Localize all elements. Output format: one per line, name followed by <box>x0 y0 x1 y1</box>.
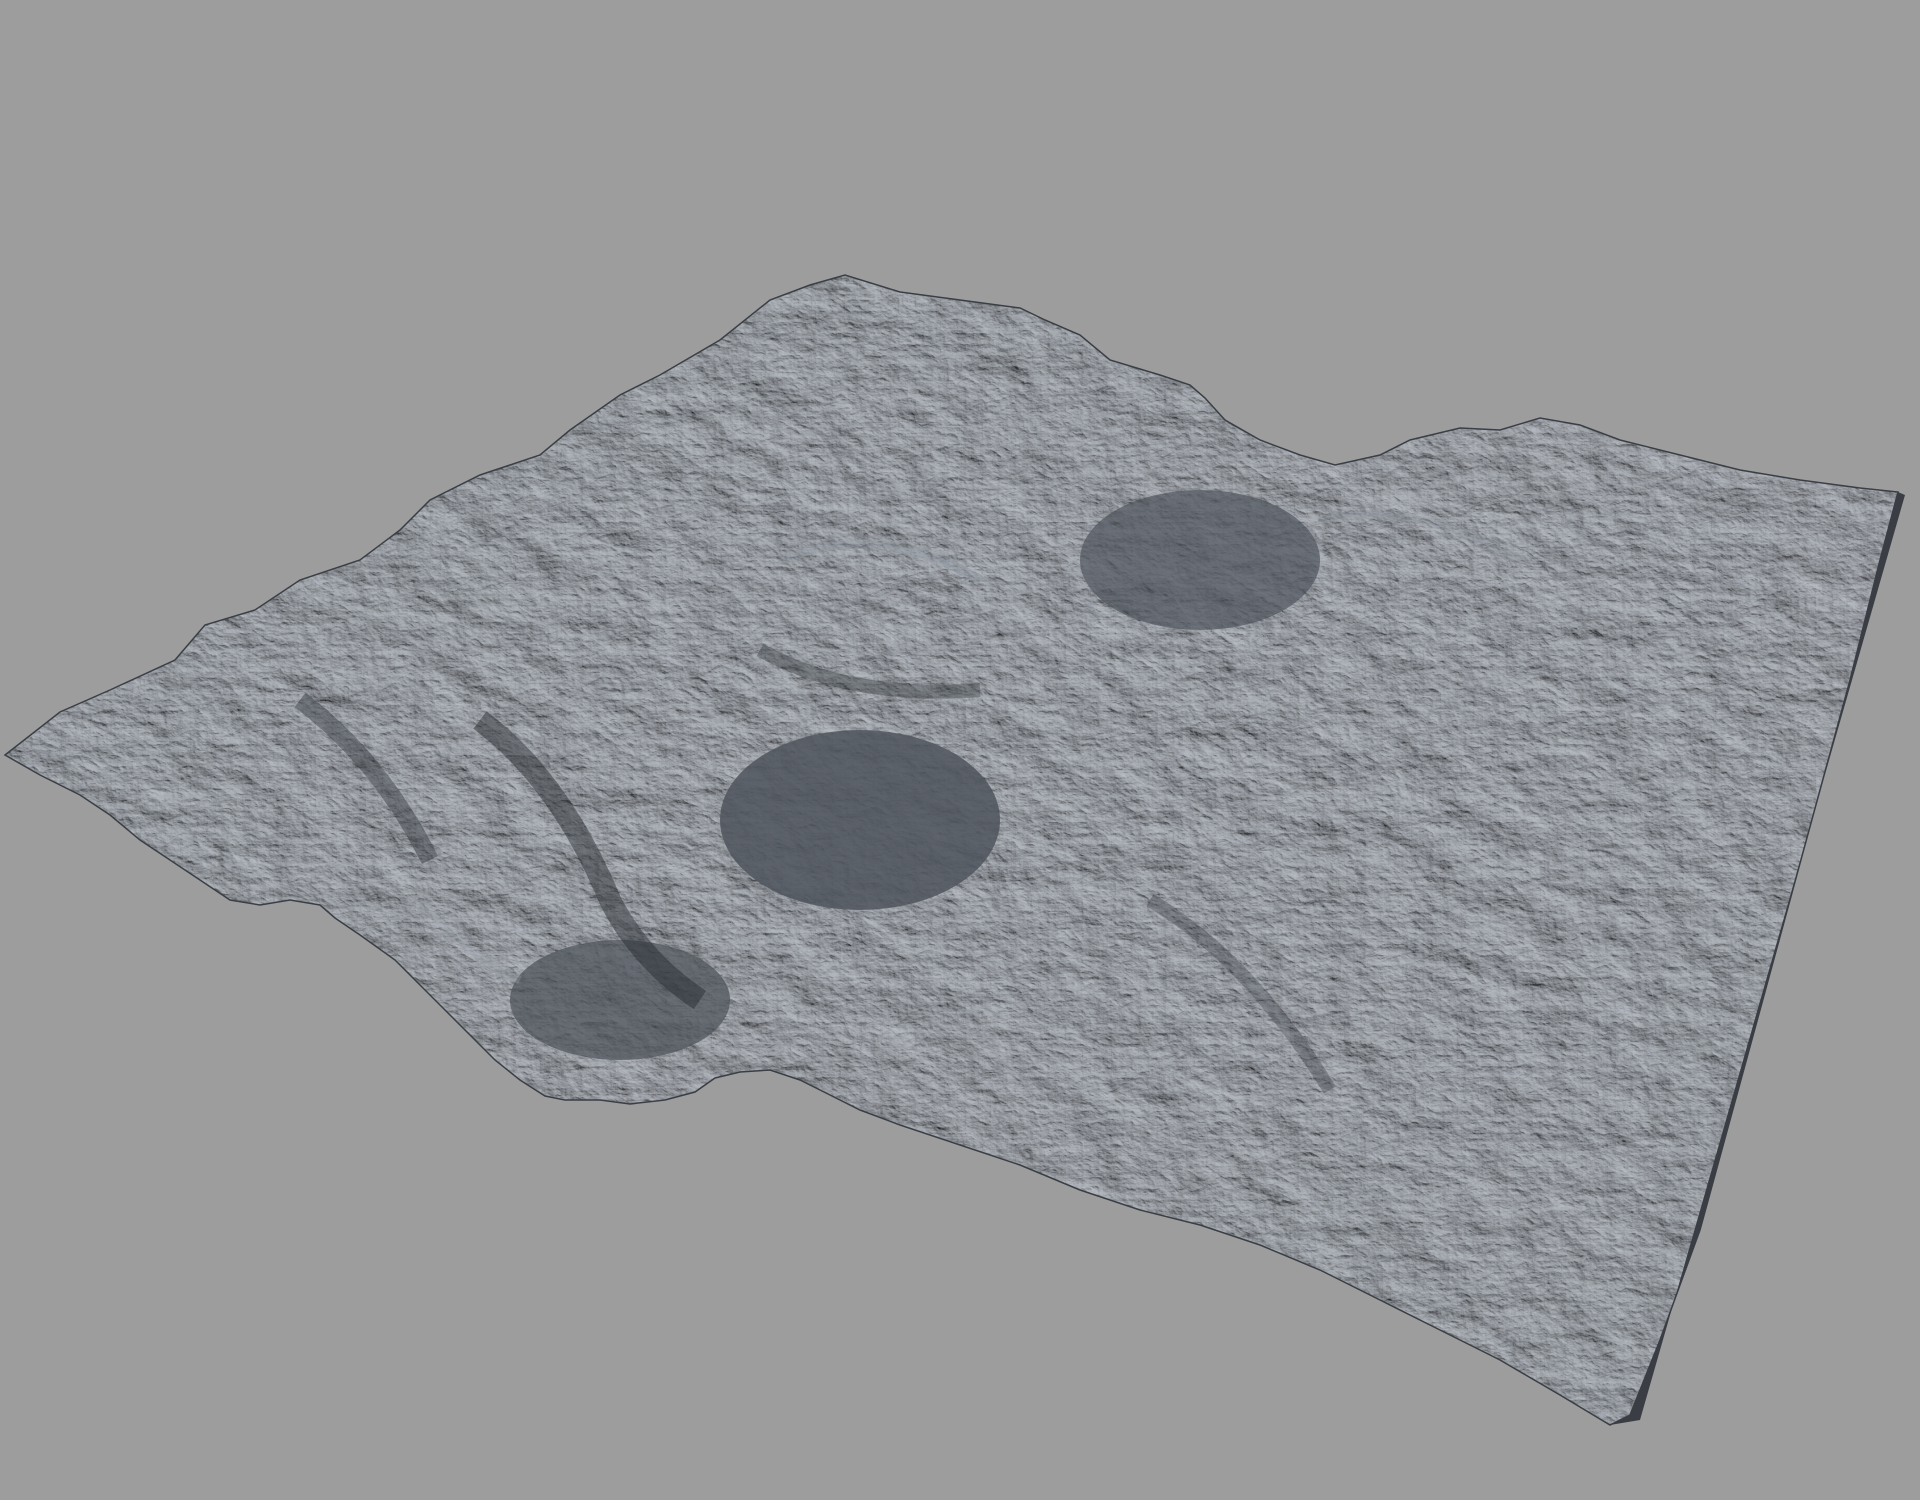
terrain-mesh <box>4 274 1899 1426</box>
render-viewport <box>0 0 1920 1500</box>
terrain-render <box>4 274 1905 1426</box>
